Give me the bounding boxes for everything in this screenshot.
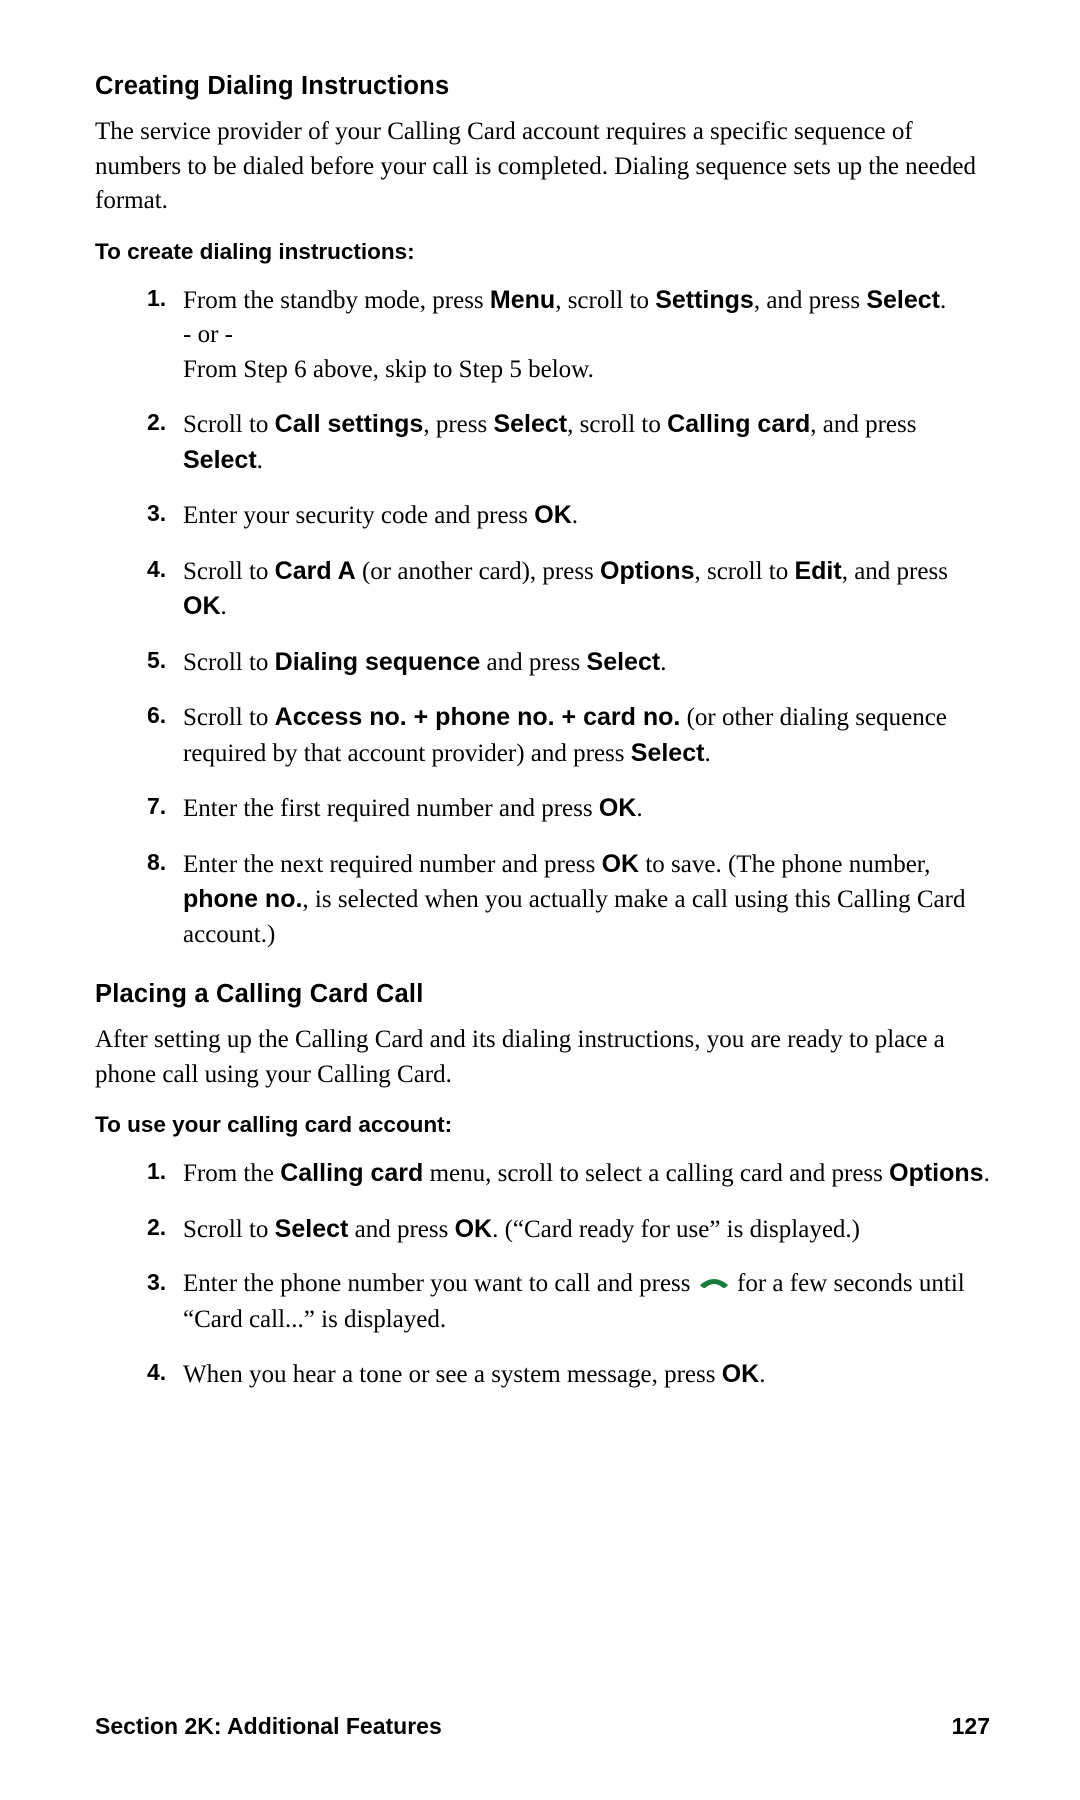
subhead-to-create: To create dialing instructions: xyxy=(95,239,990,265)
step-number: 6. xyxy=(147,700,166,732)
step-6: 6. Scroll to Access no. + phone no. + ca… xyxy=(147,700,990,771)
ui-phone-no: phone no. xyxy=(183,885,302,913)
ui-access-seq: Access no. + phone no. + card no. xyxy=(275,703,681,731)
step-1: 1. From the standby mode, press Menu, sc… xyxy=(147,283,990,388)
step-text: , scroll to xyxy=(567,411,667,438)
step-number: 1. xyxy=(147,283,166,315)
step-or: - or - xyxy=(183,321,233,348)
ui-edit: Edit xyxy=(794,557,841,585)
step-text: , scroll to xyxy=(555,287,655,314)
step-number: 1. xyxy=(147,1156,166,1188)
ui-select: Select xyxy=(275,1215,349,1243)
ui-card-a: Card A xyxy=(275,557,356,585)
intro-creating-dialing: The service provider of your Calling Car… xyxy=(95,115,990,219)
ui-options: Options xyxy=(600,557,694,585)
ui-ok: OK xyxy=(602,850,640,878)
step-4: 4. When you hear a tone or see a system … xyxy=(147,1357,990,1393)
step-text: and press xyxy=(348,1216,454,1243)
period: . xyxy=(940,287,946,314)
ui-options: Options xyxy=(889,1159,983,1187)
step-text: When you hear a tone or see a system mes… xyxy=(183,1361,722,1388)
step-number: 7. xyxy=(147,791,166,823)
step-4: 4. Scroll to Card A (or another card), p… xyxy=(147,554,990,625)
call-key-icon xyxy=(699,1266,729,1301)
period: . xyxy=(984,1160,990,1187)
step-5: 5. Scroll to Dialing sequence and press … xyxy=(147,645,990,681)
step-number: 8. xyxy=(147,847,166,879)
manual-page: Creating Dialing Instructions The servic… xyxy=(0,0,1080,1393)
step-text: , and press xyxy=(810,411,916,438)
steps-use: 1. From the Calling card menu, scroll to… xyxy=(95,1156,990,1393)
ui-ok: OK xyxy=(183,592,221,620)
step-text: , and press xyxy=(754,287,866,314)
period: . xyxy=(572,502,578,529)
step-2: 2. Scroll to Call settings, press Select… xyxy=(147,407,990,478)
step-text: Enter the first required number and pres… xyxy=(183,795,599,822)
step-text: From the xyxy=(183,1160,280,1187)
heading-creating-dialing: Creating Dialing Instructions xyxy=(95,72,990,101)
step-1: 1. From the Calling card menu, scroll to… xyxy=(147,1156,990,1192)
ui-select: Select xyxy=(493,410,567,438)
period: . xyxy=(636,795,642,822)
step-number: 4. xyxy=(147,1357,166,1389)
step-number: 5. xyxy=(147,645,166,677)
period: . xyxy=(759,1361,765,1388)
step-number: 3. xyxy=(147,498,166,530)
step-number: 4. xyxy=(147,554,166,586)
step-number: 2. xyxy=(147,407,166,439)
footer-page-number: 127 xyxy=(952,1713,990,1740)
step-text: and press xyxy=(480,649,586,676)
step-text: Scroll to xyxy=(183,704,275,731)
step-3: 3. Enter the phone number you want to ca… xyxy=(147,1267,990,1337)
period: . xyxy=(660,649,666,676)
period: . xyxy=(221,593,227,620)
ui-settings: Settings xyxy=(655,286,754,314)
step-8: 8. Enter the next required number and pr… xyxy=(147,847,990,953)
footer-section-label: Section 2K: Additional Features xyxy=(95,1713,442,1740)
page-footer: Section 2K: Additional Features 127 xyxy=(0,1713,1080,1740)
steps-create: 1. From the standby mode, press Menu, sc… xyxy=(95,283,990,953)
step-text: , press xyxy=(423,411,493,438)
step-text: , scroll to xyxy=(694,558,794,585)
step-number: 3. xyxy=(147,1267,166,1299)
step-text: to save. (The phone number, xyxy=(639,851,930,878)
step-text: Enter the next required number and press xyxy=(183,851,602,878)
step-2: 2. Scroll to Select and press OK. (“Card… xyxy=(147,1212,990,1248)
step-text: Scroll to xyxy=(183,558,275,585)
intro-placing-call: After setting up the Calling Card and it… xyxy=(95,1023,990,1092)
step-7: 7. Enter the first required number and p… xyxy=(147,791,990,827)
ui-call-settings: Call settings xyxy=(275,410,424,438)
step-text: Scroll to xyxy=(183,1216,275,1243)
ui-menu: Menu xyxy=(490,286,555,314)
ui-select: Select xyxy=(183,446,257,474)
heading-placing-call: Placing a Calling Card Call xyxy=(95,980,990,1009)
ui-select: Select xyxy=(866,286,940,314)
ui-dialing-sequence: Dialing sequence xyxy=(275,648,481,676)
ui-ok: OK xyxy=(599,794,637,822)
step-number: 2. xyxy=(147,1212,166,1244)
step-3: 3. Enter your security code and press OK… xyxy=(147,498,990,534)
step-text: menu, scroll to select a calling card an… xyxy=(423,1160,889,1187)
step-text: , and press xyxy=(842,558,948,585)
period: . xyxy=(257,447,263,474)
ui-ok: OK xyxy=(455,1215,493,1243)
ui-calling-card: Calling card xyxy=(280,1159,423,1187)
ui-select: Select xyxy=(587,648,661,676)
subhead-to-use: To use your calling card account: xyxy=(95,1112,990,1138)
step-text: From the standby mode, press xyxy=(183,287,490,314)
step-text: . (“Card ready for use” is displayed.) xyxy=(492,1216,860,1243)
step-text: Enter your security code and press xyxy=(183,502,534,529)
period: . xyxy=(704,740,710,767)
ui-ok: OK xyxy=(722,1360,760,1388)
ui-select: Select xyxy=(631,739,705,767)
step-text: From Step 6 above, skip to Step 5 below. xyxy=(183,356,594,383)
step-text: Enter the phone number you want to call … xyxy=(183,1270,697,1297)
step-text: Scroll to xyxy=(183,649,275,676)
step-text: (or another card), press xyxy=(356,558,600,585)
ui-calling-card: Calling card xyxy=(667,410,810,438)
step-text: Scroll to xyxy=(183,411,275,438)
ui-ok: OK xyxy=(534,501,572,529)
